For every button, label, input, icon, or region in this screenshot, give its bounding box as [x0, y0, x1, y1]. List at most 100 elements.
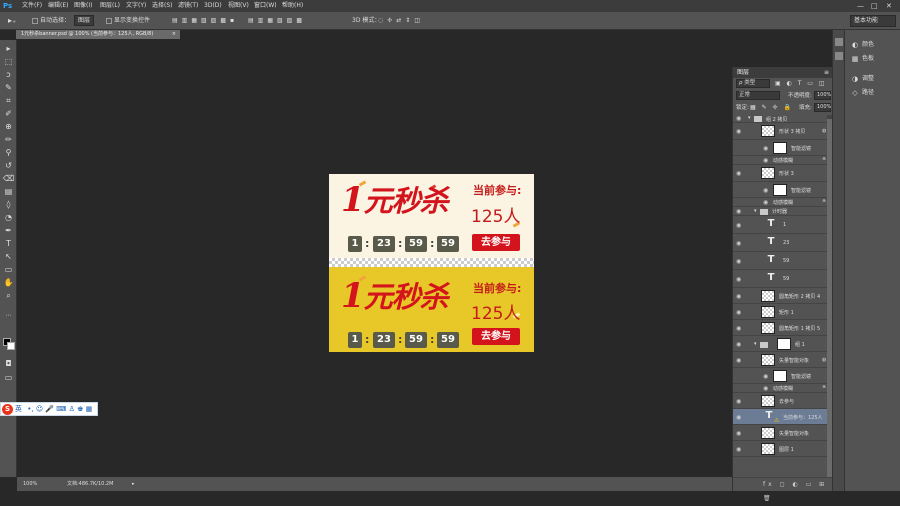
fill-input[interactable]: 100%: [814, 103, 831, 112]
layer-row-filter[interactable]: ◉ 动感模糊 ≚: [733, 156, 833, 165]
layers-panel-tab[interactable]: 图层 ≡: [733, 67, 833, 78]
menu-filter[interactable]: 滤镜(T): [178, 0, 198, 12]
layer-row-text[interactable]: ◉ T 59: [733, 270, 833, 288]
lasso-icon[interactable]: ↄ: [3, 69, 14, 80]
close-window-button[interactable]: ✕: [886, 0, 892, 12]
layer-row-text[interactable]: ◉ T 59: [733, 252, 833, 270]
eye-icon[interactable]: ◉: [736, 208, 742, 215]
eye-icon[interactable]: ◉: [736, 398, 742, 405]
shape-icon[interactable]: ▭: [3, 264, 14, 275]
eye-icon[interactable]: ◉: [736, 414, 742, 421]
minimize-button[interactable]: —: [857, 0, 864, 12]
stamp-icon[interactable]: ⚲: [3, 147, 14, 158]
screen-mode-icon[interactable]: ▭: [3, 372, 14, 383]
layer-row-text-selected[interactable]: ◉ T ⚠ 当前参与：125人: [733, 409, 833, 425]
expand-icon[interactable]: ▾: [754, 208, 757, 214]
layer-row-group[interactable]: ◉ ▾ 组 2 拷贝: [733, 115, 833, 123]
filter-type-icons[interactable]: ▣ ◐ T ▭ ◫: [775, 78, 827, 90]
dock-adjustments[interactable]: ◑ 调整: [851, 72, 899, 85]
background-color-swatch[interactable]: [7, 342, 15, 350]
layer-row[interactable]: ◉ 图层 1: [733, 441, 833, 457]
layer-row[interactable]: ◉ 圆角矩形 1 拷贝 5: [733, 320, 833, 336]
menu-select[interactable]: 选择(S): [152, 0, 173, 12]
layer-row-text[interactable]: ◉ T 1: [733, 216, 833, 234]
crop-icon[interactable]: ⌗: [3, 95, 14, 106]
eye-icon[interactable]: ◉: [736, 222, 742, 229]
blend-mode-select[interactable]: 正常: [736, 91, 780, 100]
distribute-buttons[interactable]: ▤▥▦▧▨▩: [248, 12, 306, 30]
eye-icon[interactable]: ◉: [736, 240, 742, 247]
hand-icon[interactable]: ✋: [3, 277, 14, 288]
filter-options-icon[interactable]: ≚: [822, 199, 826, 205]
menu-window[interactable]: 窗口(W): [254, 0, 277, 12]
maximize-button[interactable]: □: [871, 0, 878, 12]
pen-icon[interactable]: ✒: [3, 225, 14, 236]
eye-icon[interactable]: ◉: [736, 341, 742, 348]
expand-icon[interactable]: ▾: [754, 341, 757, 347]
eyedropper-icon[interactable]: ✐: [3, 108, 14, 119]
layer-row[interactable]: ◉ 形状 3 拷贝 ◍: [733, 123, 833, 140]
layers-panel-footer[interactable]: fx ◻ ◐ ▭ ⊞ 🗑: [733, 477, 833, 502]
layer-row-filter-mask[interactable]: ◉ 智能滤镜: [733, 182, 833, 198]
layer-row[interactable]: ◉ 圆角矩形 2 拷贝 4: [733, 288, 833, 304]
move-tool-preset-icon[interactable]: ▸₊: [8, 12, 16, 30]
path-select-icon[interactable]: ↖: [3, 251, 14, 262]
eye-icon[interactable]: ◉: [763, 145, 769, 152]
filter-options-icon[interactable]: ≚: [822, 157, 826, 163]
eye-icon[interactable]: ◉: [736, 276, 742, 283]
menu-layer[interactable]: 图层(L): [100, 0, 120, 12]
gradient-icon[interactable]: ▤: [3, 186, 14, 197]
eye-icon[interactable]: ◉: [763, 157, 769, 164]
menu-file[interactable]: 文件(F): [22, 0, 42, 12]
expand-icon[interactable]: ▾: [748, 115, 751, 121]
menu-edit[interactable]: 编辑(E): [48, 0, 68, 12]
layer-row-filter[interactable]: ◉ 动感模糊 ≚: [733, 384, 833, 393]
status-menu-icon[interactable]: ▸: [132, 477, 135, 491]
quick-mask-icon[interactable]: ◘: [3, 358, 14, 369]
menu-type[interactable]: 文字(Y): [126, 0, 146, 12]
zoom-icon[interactable]: ⌕: [3, 290, 14, 301]
ime-tool-icons[interactable]: •, ☺ 🎤 ⌨ ♙ ♚ ▦: [27, 405, 92, 413]
more-tools-icon[interactable]: ⋯: [3, 310, 14, 321]
dock-color[interactable]: ◐ 颜色: [851, 38, 899, 51]
properties-icon[interactable]: [835, 52, 843, 60]
history-icon[interactable]: [835, 38, 843, 46]
align-buttons[interactable]: ▤▥▦▧▨▩▪: [172, 12, 238, 30]
layer-row-group[interactable]: ◉ ▾ 计时器: [733, 207, 833, 216]
eye-icon[interactable]: ◉: [763, 187, 769, 194]
quick-select-icon[interactable]: ✎: [3, 82, 14, 93]
auto-select-dropdown[interactable]: 图层: [74, 15, 95, 26]
eye-icon[interactable]: ◉: [736, 357, 742, 364]
move-icon[interactable]: ▸: [3, 43, 14, 54]
layer-row[interactable]: ◉ 矢量智能对象 ◍: [733, 352, 833, 368]
eraser-icon[interactable]: ⌫: [3, 173, 14, 184]
document-tab[interactable]: 1元秒杀banner.psd @ 100% (当前参与：125人, RGB/8)…: [16, 30, 180, 39]
eye-icon[interactable]: ◉: [736, 325, 742, 332]
layer-row-text[interactable]: ◉ T 23: [733, 234, 833, 252]
eye-icon[interactable]: ◉: [736, 446, 742, 453]
dock-swatches[interactable]: ▦ 色板: [851, 52, 899, 65]
type-icon[interactable]: T: [3, 238, 14, 249]
zoom-level[interactable]: 100%: [23, 477, 37, 491]
dock-paths[interactable]: ◇ 路径: [851, 86, 899, 99]
workspace-switcher[interactable]: 基本功能: [850, 15, 896, 27]
history-brush-icon[interactable]: ↺: [3, 160, 14, 171]
eye-icon[interactable]: ◉: [736, 309, 742, 316]
eye-icon[interactable]: ◉: [736, 128, 742, 135]
eye-icon[interactable]: ◉: [736, 170, 742, 177]
kind-filter-select[interactable]: ρ 类型: [736, 79, 770, 88]
layer-row[interactable]: ◉ 矢量智能对象: [733, 425, 833, 441]
layer-row[interactable]: ◉ 形状 3: [733, 165, 833, 182]
brush-icon[interactable]: ✏: [3, 134, 14, 145]
auto-select-checkbox[interactable]: 自动选择：: [32, 12, 70, 30]
eye-icon[interactable]: ◉: [763, 199, 769, 206]
ime-lang-toggle[interactable]: 英: [15, 405, 22, 413]
filter-options-icon[interactable]: ≚: [822, 385, 826, 391]
eye-icon[interactable]: ◉: [736, 258, 742, 265]
eye-icon[interactable]: ◉: [736, 115, 742, 122]
layer-row-filter-mask[interactable]: ◉ 智能滤镜: [733, 140, 833, 156]
layer-row[interactable]: ◉ 去参与: [733, 393, 833, 409]
eye-icon[interactable]: ◉: [736, 430, 742, 437]
menu-view[interactable]: 视图(V): [228, 0, 249, 12]
3d-mode-buttons[interactable]: ◌✢⇄⇕◫: [378, 12, 424, 30]
